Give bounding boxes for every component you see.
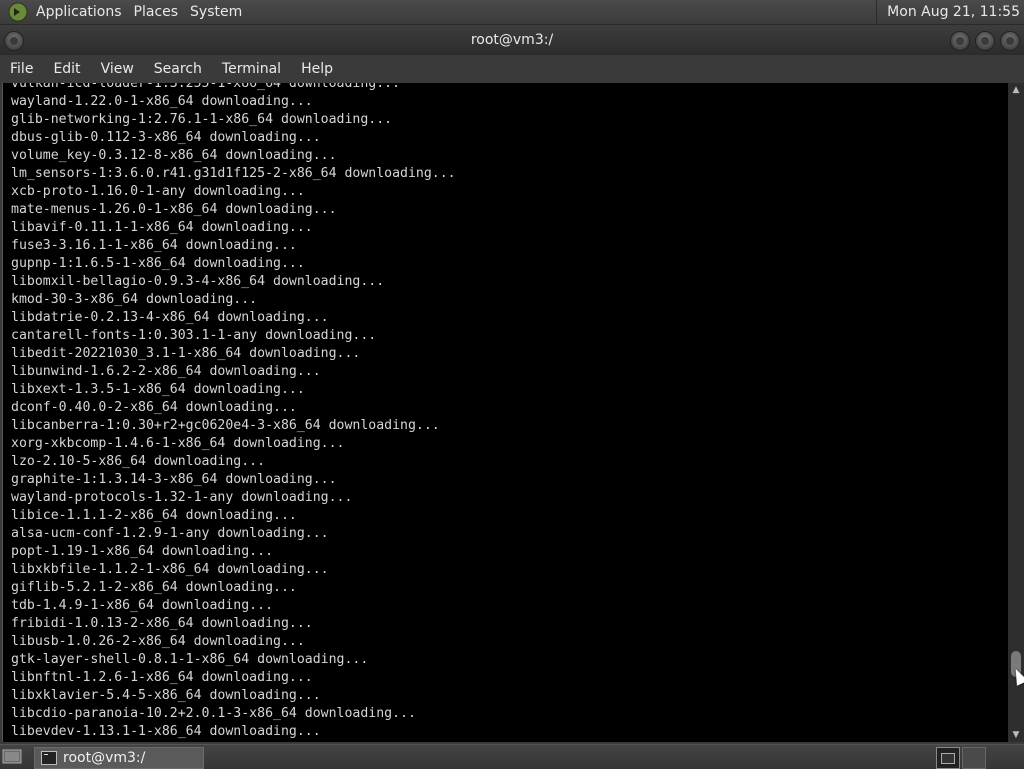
scroll-down-arrow-icon[interactable]: ▼ [1008,728,1024,742]
terminal-lines: vulkan-icd-loader-1.3.255-1-x86_64 downl… [11,83,456,741]
terminal-line: lm_sensors-1:3.6.0.r41.g31d1f125-2-x86_6… [11,166,456,181]
terminal-line: libxklavier-5.4-5-x86_64 downloading... [11,688,321,703]
terminal-line: libevdev-1.13.1-1-x86_64 downloading... [11,724,321,739]
menu-file[interactable]: File [0,55,43,83]
terminal-line: lzo-2.10-5-x86_64 downloading... [11,454,266,469]
terminal-line: cantarell-fonts-1:0.303.1-1-any download… [11,328,377,343]
menu-help[interactable]: Help [291,55,343,83]
terminal-line: popt-1.19-1-x86_64 downloading... [11,544,274,559]
scroll-up-arrow-icon[interactable]: ▲ [1008,83,1024,97]
top-panel-menu: Applications Places System [4,0,250,24]
clock[interactable]: Mon Aug 21, 11:55 [876,0,1020,24]
terminal-line: libunwind-1.6.2-2-x86_64 downloading... [11,364,321,379]
terminal-line: fribidi-1.0.13-2-x86_64 downloading... [11,616,313,631]
terminal-line: graphite-1:1.3.14-3-x86_64 downloading..… [11,472,337,487]
mint-logo-icon[interactable] [8,2,28,22]
close-button[interactable] [1000,31,1020,51]
show-desktop-icon[interactable] [2,748,22,766]
terminal-output[interactable]: vulkan-icd-loader-1.3.255-1-x86_64 downl… [2,83,1009,742]
terminal-line: libavif-0.11.1-1-x86_64 downloading... [11,220,313,235]
terminal-line: gupnp-1:1.6.5-1-x86_64 downloading... [11,256,305,271]
menu-search[interactable]: Search [144,55,212,83]
top-panel: Applications Places System Mon Aug 21, 1… [0,0,1024,25]
minimize-button[interactable] [950,31,970,51]
maximize-button[interactable] [975,31,995,51]
terminal-line: libxkbfile-1.1.2-1-x86_64 downloading... [11,562,329,577]
taskbar-window-label: root@vm3:/ [63,750,146,766]
system-menu[interactable]: System [186,0,250,24]
terminal-line: glib-networking-1:2.76.1-1-x86_64 downlo… [11,112,393,127]
terminal-line: tdb-1.4.9-1-x86_64 downloading... [11,598,274,613]
menu-terminal[interactable]: Terminal [212,55,291,83]
terminal-line: libcdio-paranoia-10.2+2.0.1-3-x86_64 dow… [11,706,416,721]
terminal-line: gtk-layer-shell-0.8.1-1-x86_64 downloadi… [11,652,369,667]
terminal-line: libomxil-bellagio-0.9.3-4-x86_64 downloa… [11,274,385,289]
terminal-line: xcb-proto-1.16.0-1-any downloading... [11,184,305,199]
terminal-line: dbus-glib-0.112-3-x86_64 downloading... [11,130,321,145]
taskbar-window-button[interactable]: root@vm3:/ [34,747,204,769]
window-title: root@vm3:/ [470,32,554,48]
terminal-line: giflib-5.2.1-2-x86_64 downloading... [11,580,297,595]
bottom-panel: root@vm3:/ [0,744,1024,769]
terminal-scrollbar[interactable]: ▲ ▼ [1008,83,1024,742]
applications-menu[interactable]: Applications [32,0,130,24]
window-menu-icon[interactable] [4,31,24,51]
terminal-icon [41,751,57,765]
terminal-line: vulkan-icd-loader-1.3.255-1-x86_64 downl… [11,83,401,91]
window-titlebar[interactable]: root@vm3:/ [0,25,1024,55]
workspace-1[interactable] [936,747,960,769]
terminal-line: fuse3-3.16.1-1-x86_64 downloading... [11,238,297,253]
terminal-line: xorg-xkbcomp-1.4.6-1-x86_64 downloading.… [11,436,345,451]
menu-edit[interactable]: Edit [43,55,90,83]
menubar: File Edit View Search Terminal Help [0,55,1024,83]
terminal-line: volume_key-0.3.12-8-x86_64 downloading..… [11,148,337,163]
places-menu[interactable]: Places [130,0,187,24]
terminal-line: alsa-ucm-conf-1.2.9-1-any downloading... [11,526,329,541]
terminal-line: mate-menus-1.26.0-1-x86_64 downloading..… [11,202,337,217]
terminal-line: wayland-1.22.0-1-x86_64 downloading... [11,94,313,109]
terminal-line: libnftnl-1.2.6-1-x86_64 downloading... [11,670,313,685]
terminal-line: libxext-1.3.5-1-x86_64 downloading... [11,382,305,397]
terminal-line: libdatrie-0.2.13-4-x86_64 downloading... [11,310,329,325]
terminal-line: kmod-30-3-x86_64 downloading... [11,292,258,307]
terminal-line: libusb-1.0.26-2-x86_64 downloading... [11,634,305,649]
menu-view[interactable]: View [91,55,144,83]
terminal-line: libcanberra-1:0.30+r2+gc0620e4-3-x86_64 … [11,418,440,433]
terminal-line: libedit-20221030_3.1-1-x86_64 downloadin… [11,346,361,361]
terminal-line: dconf-0.40.0-2-x86_64 downloading... [11,400,297,415]
terminal-line: wayland-protocols-1.32-1-any downloading… [11,490,353,505]
workspace-2[interactable] [962,747,986,769]
terminal-line: libice-1.1.1-2-x86_64 downloading... [11,508,297,523]
